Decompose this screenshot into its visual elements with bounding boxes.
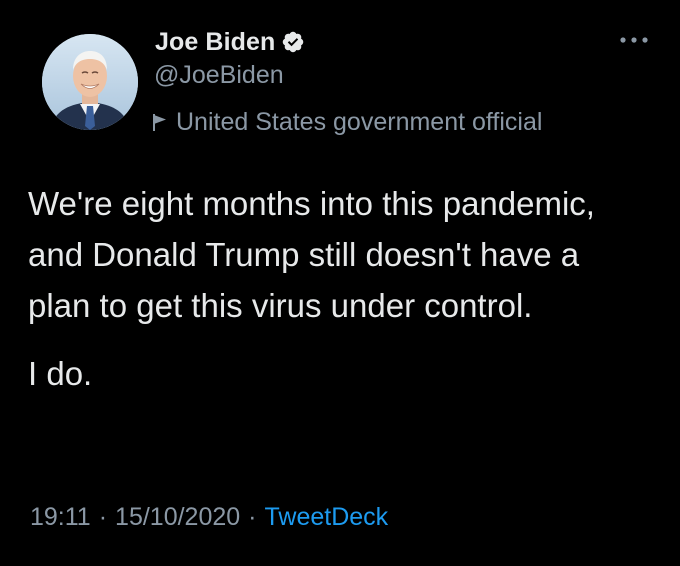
more-options-icon[interactable] [618,30,650,50]
tweet-date[interactable]: 15/10/2020 [115,503,240,532]
flag-icon [148,110,172,134]
author-name-row: Joe Biden [155,26,305,58]
tweet-paragraph: I do. [28,355,93,392]
account-label: United States government official [148,106,542,138]
tweet-time[interactable]: 19:11 [30,503,91,532]
author-handle[interactable]: @JoeBiden [154,61,284,90]
tweet-text: We're eight months into this pandemic, a… [28,178,648,399]
avatar-image [42,34,138,130]
author-display-name[interactable]: Joe Biden [155,28,275,57]
meta-separator: · [248,503,257,531]
meta-separator: · [98,503,108,531]
avatar[interactable] [42,34,138,130]
tweet-card: Joe Biden @JoeBiden United States govern… [0,0,680,566]
tweet-source-link[interactable]: TweetDeck [265,503,389,532]
verified-badge-icon [281,30,305,54]
tweet-paragraph: We're eight months into this pandemic, a… [28,185,595,324]
government-official-label: United States government official [176,107,543,136]
tweet-metadata: 19:11 · 15/10/2020 · TweetDeck [30,503,388,532]
